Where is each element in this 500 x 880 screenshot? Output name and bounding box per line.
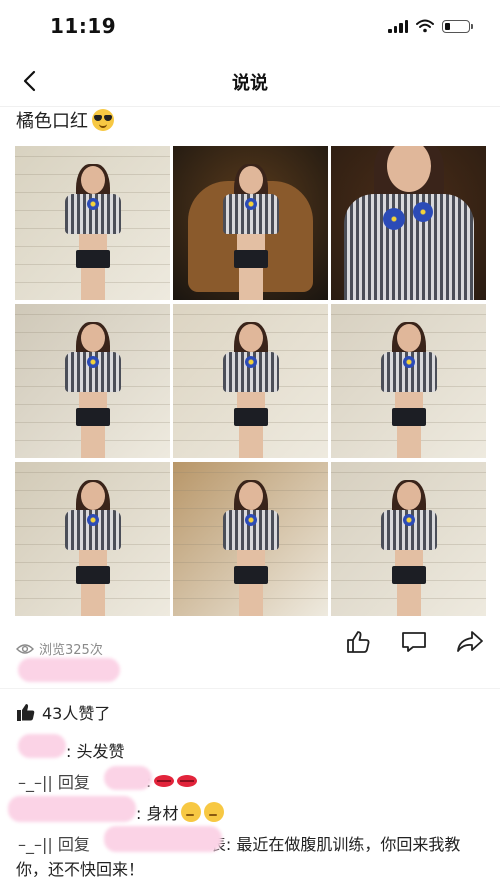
lips-emoji-icon <box>154 775 175 787</box>
like-count[interactable]: 43人赞了 <box>16 700 110 724</box>
divider <box>0 688 500 689</box>
photo-thumbnail[interactable] <box>173 462 328 616</box>
blurred-username <box>18 658 120 682</box>
blurred-username <box>8 796 136 822</box>
comment-item[interactable]: –_–|| 回复 表: 最近在做腹肌训练，你回来我教 <box>16 831 460 855</box>
eye-icon <box>16 643 34 654</box>
blurred-username <box>18 734 66 758</box>
blurred-username <box>104 766 152 790</box>
share-button[interactable] <box>456 628 484 656</box>
thumbs-up-filled-icon <box>17 704 35 721</box>
cellular-signal-icon <box>388 19 408 33</box>
comment-text: 你，还不快回来！ <box>16 860 145 879</box>
comment-text: : 头发赞 <box>66 742 125 761</box>
nav-bar: 说说 <box>0 56 500 107</box>
post-actions <box>344 628 484 656</box>
photo-thumbnail[interactable] <box>15 304 170 458</box>
like-button[interactable] <box>344 628 372 656</box>
photo-thumbnail[interactable] <box>173 146 328 300</box>
status-time: 11:19 <box>50 14 117 38</box>
photo-thumbnail[interactable] <box>331 304 486 458</box>
view-count-label: 浏览325次 <box>39 643 103 658</box>
photo-thumbnail[interactable] <box>331 146 486 300</box>
comment-item[interactable]: : 身材 <box>136 800 225 824</box>
comment-item[interactable]: 你，还不快回来！ <box>16 856 144 880</box>
lips-emoji-icon <box>177 775 198 787</box>
comment-text: : 身材 <box>136 804 179 823</box>
photo-thumbnail[interactable] <box>331 462 486 616</box>
thinking-emoji-icon <box>204 802 225 822</box>
comment-reply-prefix: –_–|| 回复 <box>18 835 90 854</box>
sunglasses-emoji-icon <box>92 109 114 131</box>
comment-bubble-icon <box>402 632 426 652</box>
comment-text: 表: 最近在做腹肌训练，你回来我教 <box>209 835 461 854</box>
blurred-username <box>104 826 222 852</box>
post-text-label: 橘色口红 <box>16 111 88 132</box>
page-title: 说说 <box>232 73 268 94</box>
comment-reply-prefix: –_–|| 回复 <box>18 773 90 792</box>
wifi-icon <box>416 19 434 33</box>
like-count-label: 43人赞了 <box>42 704 111 723</box>
thinking-emoji-icon <box>181 802 202 822</box>
comment-button[interactable] <box>400 628 428 656</box>
comment-item[interactable]: : 头发赞 <box>66 738 124 762</box>
status-icons <box>388 19 473 33</box>
battery-icon <box>442 19 473 33</box>
share-arrow-icon <box>457 631 483 652</box>
thumbs-up-icon <box>347 631 370 653</box>
photo-thumbnail[interactable] <box>173 304 328 458</box>
photo-thumbnail[interactable] <box>15 462 170 616</box>
post-text: 橘色口红 <box>16 107 114 133</box>
photo-thumbnail[interactable] <box>15 146 170 300</box>
status-bar: 11:19 <box>0 0 500 56</box>
photo-grid <box>15 146 486 616</box>
view-count: 浏览325次 <box>16 639 103 658</box>
